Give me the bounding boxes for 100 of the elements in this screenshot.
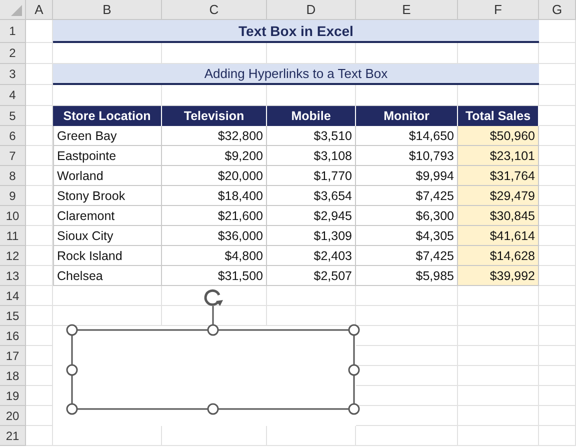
table-cell: Claremont (53, 206, 162, 226)
row-header[interactable]: 1 (0, 20, 26, 43)
rotate-handle-icon[interactable] (204, 289, 223, 306)
column-header[interactable]: A (26, 0, 53, 20)
empty-cell[interactable] (162, 426, 267, 446)
table-cell: $9,200 (162, 146, 267, 166)
row-header[interactable]: 18 (0, 366, 26, 386)
table-cell: $32,800 (162, 126, 267, 146)
table-cell: Rock Island (53, 246, 162, 266)
table-header-cell: Television (162, 106, 267, 126)
text-box[interactable] (71, 329, 355, 410)
resize-handle-icon[interactable] (348, 324, 360, 336)
empty-cell[interactable] (458, 306, 539, 326)
row-header[interactable]: 7 (0, 146, 26, 166)
table-cell: Chelsea (53, 266, 162, 286)
table-cell: $3,510 (267, 126, 356, 146)
row-header[interactable]: 14 (0, 286, 26, 306)
resize-handle-icon[interactable] (207, 403, 219, 415)
empty-cell[interactable] (539, 286, 576, 306)
table-cell: $36,000 (162, 226, 267, 246)
empty-cell[interactable] (356, 426, 458, 446)
table-cell: $30,845 (458, 206, 539, 226)
row-header[interactable]: 20 (0, 406, 26, 426)
table-cell: Sioux City (53, 226, 162, 246)
empty-cell[interactable] (539, 386, 576, 406)
row-header[interactable]: 12 (0, 246, 26, 266)
table-header-cell: Monitor (356, 106, 458, 126)
resize-handle-icon[interactable] (66, 364, 78, 376)
resize-handle-icon[interactable] (66, 324, 78, 336)
row-header[interactable]: 16 (0, 326, 26, 346)
row-header[interactable]: 8 (0, 166, 26, 186)
column-header[interactable]: C (162, 0, 267, 20)
table-cell: Eastpointe (53, 146, 162, 166)
empty-cell[interactable] (267, 286, 356, 306)
table-cell: $41,614 (458, 226, 539, 246)
table-header-cell: Mobile (267, 106, 356, 126)
table-cell: $29,479 (458, 186, 539, 206)
empty-cell[interactable] (267, 426, 356, 446)
empty-cell[interactable] (539, 426, 576, 446)
table-cell: Worland (53, 166, 162, 186)
empty-cell[interactable] (53, 426, 162, 446)
empty-cell[interactable] (458, 346, 539, 366)
empty-cell[interactable] (458, 326, 539, 346)
empty-cell[interactable] (356, 346, 458, 366)
empty-cell[interactable] (356, 286, 458, 306)
row-header[interactable]: 19 (0, 386, 26, 406)
table-cell: $3,108 (267, 146, 356, 166)
table-cell: $2,507 (267, 266, 356, 286)
column-header[interactable]: D (267, 0, 356, 20)
empty-cell[interactable] (539, 326, 576, 346)
empty-cell[interactable] (458, 386, 539, 406)
row-header[interactable]: 13 (0, 266, 26, 286)
row-header[interactable]: 5 (0, 106, 26, 126)
table-cell: $23,101 (458, 146, 539, 166)
column-header[interactable]: F (458, 0, 539, 20)
table-cell: $50,960 (458, 126, 539, 146)
row-header[interactable]: 17 (0, 346, 26, 366)
resize-handle-icon[interactable] (207, 324, 219, 336)
row-header[interactable]: 2 (0, 43, 26, 64)
empty-cell[interactable] (53, 286, 162, 306)
table-cell: $14,628 (458, 246, 539, 266)
empty-cell[interactable] (539, 406, 576, 426)
empty-cell[interactable] (356, 386, 458, 406)
table-cell: $4,800 (162, 246, 267, 266)
empty-cell[interactable] (356, 306, 458, 326)
empty-cell[interactable] (458, 406, 539, 426)
row-header[interactable]: 11 (0, 226, 26, 246)
table-cell: $2,945 (267, 206, 356, 226)
table-header-cell: Total Sales (458, 106, 539, 126)
empty-cell[interactable] (539, 366, 576, 386)
sheet-title: Text Box in Excel (53, 20, 539, 43)
empty-cell[interactable] (458, 286, 539, 306)
column-header[interactable]: B (53, 0, 162, 20)
empty-cell[interactable] (539, 306, 576, 326)
row-header[interactable]: 21 (0, 426, 26, 446)
table-cell: $20,000 (162, 166, 267, 186)
empty-cell[interactable] (539, 85, 576, 106)
row-header[interactable]: 6 (0, 126, 26, 146)
empty-cell[interactable] (458, 366, 539, 386)
resize-handle-icon[interactable] (348, 364, 360, 376)
table-cell: $3,654 (267, 186, 356, 206)
empty-cell[interactable] (539, 43, 576, 64)
row-header[interactable]: 4 (0, 85, 26, 106)
table-cell: $18,400 (162, 186, 267, 206)
rotation-stem (212, 306, 214, 325)
table-cell: Stony Brook (53, 186, 162, 206)
resize-handle-icon[interactable] (66, 403, 78, 415)
column-header[interactable]: G (539, 0, 576, 20)
row-header[interactable]: 9 (0, 186, 26, 206)
empty-cell[interactable] (458, 426, 539, 446)
row-header[interactable]: 15 (0, 306, 26, 326)
row-header[interactable]: 3 (0, 64, 26, 85)
empty-cell[interactable] (539, 346, 576, 366)
resize-handle-icon[interactable] (348, 403, 360, 415)
table-cell: $2,403 (267, 246, 356, 266)
row-header[interactable]: 10 (0, 206, 26, 226)
table-cell: $31,764 (458, 166, 539, 186)
table-cell: Green Bay (53, 126, 162, 146)
table-cell: $39,992 (458, 266, 539, 286)
column-header[interactable]: E (356, 0, 458, 20)
